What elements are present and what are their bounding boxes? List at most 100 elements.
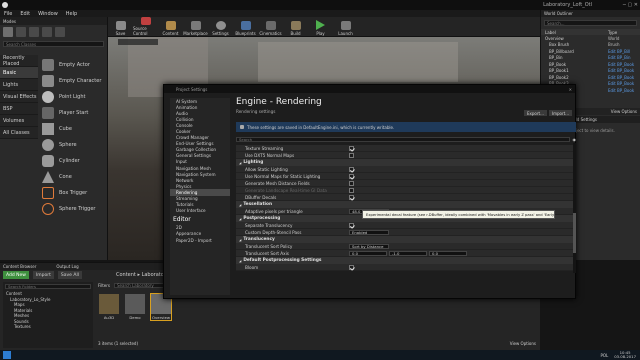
settings-category-header[interactable]: ◢ Translucency bbox=[236, 236, 576, 243]
category-visual-effects[interactable]: Visual Effects bbox=[0, 91, 38, 103]
content-browser-tab[interactable]: Content Browser bbox=[3, 264, 36, 269]
category-bsp[interactable]: BSP bbox=[0, 103, 38, 115]
tree-item[interactable]: Textures bbox=[6, 324, 93, 330]
import-button[interactable]: Import... bbox=[548, 110, 572, 116]
place-box-trigger[interactable]: Box Trigger bbox=[42, 185, 106, 201]
property-checkbox[interactable] bbox=[349, 173, 354, 179]
launch-button[interactable]: Launch bbox=[333, 17, 358, 36]
property-checkbox[interactable] bbox=[349, 145, 354, 151]
import-button[interactable]: Import bbox=[32, 271, 54, 279]
settings-scrollbar[interactable] bbox=[573, 143, 576, 273]
settings-search-input[interactable]: Search bbox=[236, 136, 570, 142]
project-settings-close-icon[interactable]: ✕ bbox=[569, 87, 572, 92]
property-checkbox[interactable] bbox=[349, 187, 354, 193]
source-control-label: Source Control bbox=[133, 26, 148, 36]
place-sphere[interactable]: Sphere bbox=[42, 137, 106, 153]
property-checkbox[interactable] bbox=[349, 222, 354, 228]
place-mode-icon[interactable] bbox=[3, 27, 13, 37]
outliner-row-type[interactable]: Edit BP_Book bbox=[608, 62, 640, 67]
place-player-start[interactable]: Player Start bbox=[42, 105, 106, 121]
outliner-row-type[interactable]: Edit BP_Book bbox=[608, 68, 640, 73]
modes-tab[interactable]: Modes bbox=[0, 17, 107, 25]
category-recently-placed[interactable]: Recently Placed bbox=[0, 55, 38, 67]
outliner-row-type[interactable]: Edit BP_Book bbox=[608, 81, 640, 86]
place-empty-character[interactable]: Empty Character bbox=[42, 73, 106, 89]
blueprints-button[interactable]: Blueprints bbox=[233, 17, 258, 36]
filters-button[interactable]: Filters bbox=[98, 283, 110, 288]
category-basic[interactable]: Basic bbox=[0, 67, 38, 79]
menu-window[interactable]: Window bbox=[38, 11, 58, 17]
taskbar-language[interactable]: POL bbox=[600, 353, 608, 358]
vector-z-field[interactable]: 0.0 bbox=[429, 250, 467, 256]
source-control-button[interactable]: Source Control bbox=[133, 17, 158, 36]
outliner-row-type[interactable]: Edit BP_Bill bbox=[608, 49, 640, 54]
save-button[interactable]: Save bbox=[108, 17, 133, 36]
property-checkbox[interactable] bbox=[349, 194, 354, 200]
geometry-mode-icon[interactable] bbox=[55, 27, 65, 37]
content-button[interactable]: Content bbox=[158, 17, 183, 36]
landscape-mode-icon[interactable] bbox=[29, 27, 39, 37]
asset-tile[interactable]: Au3D bbox=[98, 294, 120, 320]
cinematics-button[interactable]: Cinematics bbox=[258, 17, 283, 36]
menu-edit[interactable]: Edit bbox=[20, 11, 30, 17]
outliner-view-options[interactable]: View Options bbox=[611, 109, 637, 114]
search-classes-input[interactable]: Search Classes bbox=[3, 41, 104, 47]
vector-y-field[interactable]: -1.0 bbox=[389, 250, 427, 256]
settings-sidebar-item[interactable]: Paper2D - Import bbox=[170, 237, 230, 243]
foliage-mode-icon[interactable] bbox=[42, 27, 52, 37]
place-empty-actor[interactable]: Empty Actor bbox=[42, 57, 106, 73]
settings-scrollbar-thumb[interactable] bbox=[573, 213, 576, 253]
paint-mode-icon[interactable] bbox=[16, 27, 26, 37]
outliner-search-input[interactable]: Search... bbox=[544, 20, 637, 26]
property-checkbox[interactable] bbox=[349, 152, 354, 158]
place-cylinder[interactable]: Cylinder bbox=[42, 153, 106, 169]
breadcrumb-content[interactable]: Content bbox=[116, 272, 136, 278]
place-cube[interactable]: Cube bbox=[42, 121, 106, 137]
outliner-row-type[interactable]: Edit BP_Bin bbox=[608, 55, 640, 60]
outliner-row-type[interactable]: Edit BP_Book bbox=[608, 75, 640, 80]
property-value-field[interactable]: Sort by Distance bbox=[349, 243, 389, 249]
settings-property-row: Use Normal Maps for Static Lighting bbox=[236, 173, 576, 180]
outliner-row-type[interactable]: Edit BP_Book bbox=[608, 88, 640, 93]
settings-property-row: Allow Static Lighting bbox=[236, 166, 576, 173]
settings-button[interactable]: Settings bbox=[208, 17, 233, 36]
asset-tile[interactable]: Demo bbox=[124, 294, 146, 320]
place-cone[interactable]: Cone bbox=[42, 169, 106, 185]
category-label: Lighting bbox=[243, 160, 264, 165]
category-lights[interactable]: Lights bbox=[0, 79, 38, 91]
search-folders-input[interactable]: Search Folders bbox=[5, 284, 91, 289]
place-point-light[interactable]: Point Light bbox=[42, 89, 106, 105]
settings-category-header[interactable]: ◢ Tessellation bbox=[236, 201, 576, 208]
save-all-button[interactable]: Save All bbox=[57, 271, 82, 279]
property-checkbox[interactable] bbox=[349, 180, 354, 186]
play-button[interactable]: Play bbox=[308, 17, 333, 36]
category-all-classes[interactable]: All Classes bbox=[0, 127, 38, 139]
settings-property-row: Generate Mesh Distance Fields bbox=[236, 180, 576, 187]
window-controls[interactable]: ─ ▢ ✕ bbox=[623, 2, 638, 8]
marketplace-button[interactable]: Marketplace bbox=[183, 17, 208, 36]
taskbar-clock[interactable]: 10:45 03.08.2017 bbox=[614, 350, 636, 360]
vector-x-field[interactable]: 0.0 bbox=[349, 250, 387, 256]
add-new-button[interactable]: Add New bbox=[3, 271, 29, 279]
content-view-options[interactable]: View Options bbox=[510, 341, 536, 346]
settings-category-header[interactable]: ◢ Default Postprocessing Settings bbox=[236, 257, 576, 264]
sphere-trigger-icon bbox=[42, 203, 54, 215]
export-button[interactable]: Export... bbox=[523, 110, 547, 116]
property-value-field[interactable]: Enabled bbox=[349, 229, 389, 235]
output-log-tab[interactable]: Output Log bbox=[56, 264, 78, 269]
view-options-eye-icon[interactable]: ◉ bbox=[573, 137, 577, 142]
outliner-tab[interactable]: World Outliner bbox=[541, 10, 640, 17]
menu-help[interactable]: Help bbox=[66, 11, 77, 17]
viewport-options-bar[interactable] bbox=[118, 39, 158, 45]
place-sphere-trigger[interactable]: Sphere Trigger bbox=[42, 201, 106, 217]
outliner-col-type[interactable]: Type bbox=[608, 30, 640, 35]
windows-start-icon[interactable] bbox=[3, 351, 11, 359]
settings-category-header[interactable]: ◢ Lighting bbox=[236, 159, 576, 166]
category-volumes[interactable]: Volumes bbox=[0, 115, 38, 127]
menu-file[interactable]: File bbox=[4, 11, 12, 17]
build-button[interactable]: Build bbox=[283, 17, 308, 36]
property-checkbox[interactable] bbox=[349, 166, 354, 172]
outliner-col-label[interactable]: Label bbox=[545, 30, 556, 35]
property-checkbox[interactable] bbox=[349, 264, 354, 270]
project-settings-titlebar[interactable]: Project Settings ✕ bbox=[164, 85, 575, 93]
